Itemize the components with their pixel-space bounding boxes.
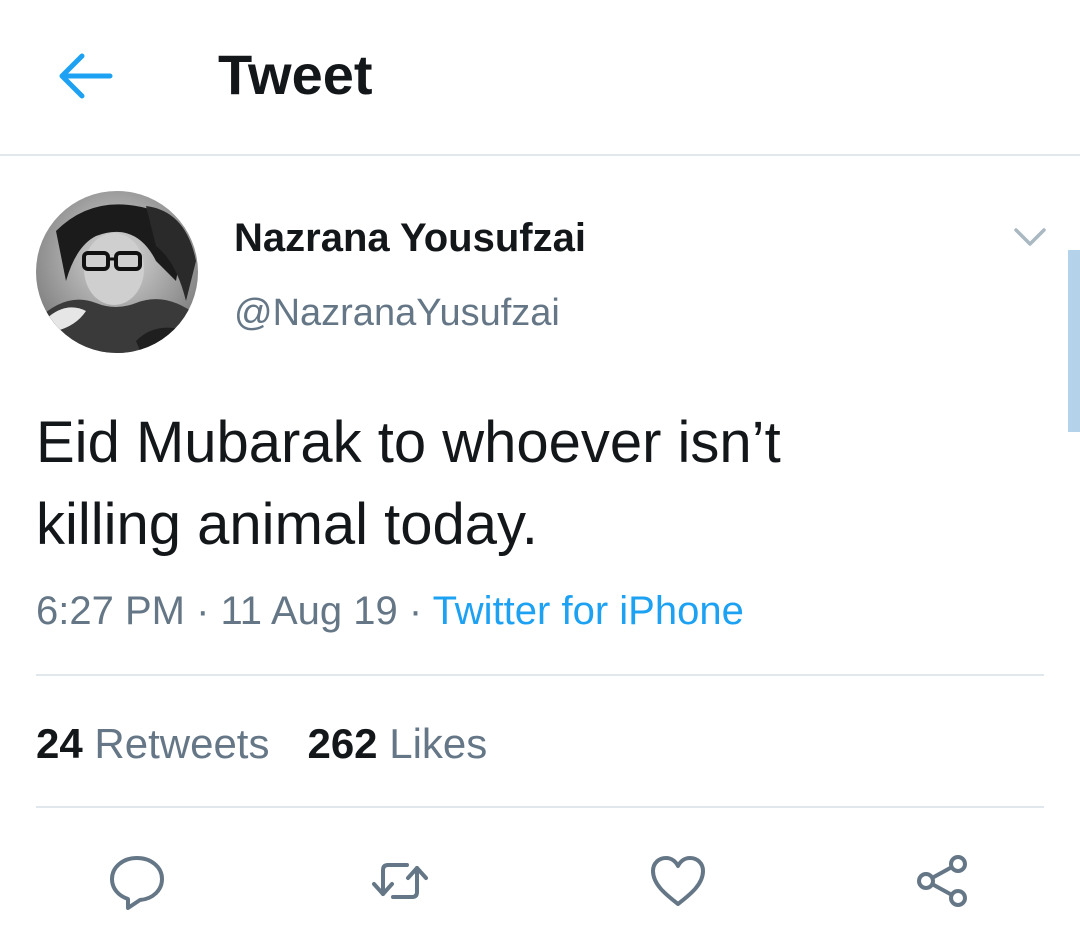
avatar-photo <box>36 191 198 353</box>
meta-separator: · <box>184 589 221 633</box>
divider <box>36 806 1044 808</box>
author-display-name[interactable]: Nazrana Yousufzai <box>234 214 586 262</box>
likes-count: 262 <box>307 720 378 767</box>
avatar[interactable] <box>36 191 198 353</box>
divider <box>36 674 1044 676</box>
share-nodes-icon <box>917 855 967 907</box>
speech-bubble-icon <box>110 856 164 910</box>
tweet-menu-button[interactable] <box>1008 218 1052 254</box>
chevron-down-icon <box>1014 228 1046 246</box>
retweet-arrows-icon <box>372 863 428 899</box>
heart-icon <box>651 856 705 906</box>
tweet-text: Eid Mubarak to whoever isn’t killing ani… <box>36 410 781 557</box>
retweets-count: 24 <box>36 720 83 767</box>
retweets-label: Retweets <box>94 720 270 767</box>
page-title: Tweet <box>218 43 373 106</box>
tweet-date: 11 Aug 19 <box>220 589 398 633</box>
back-button[interactable] <box>52 48 116 104</box>
arrow-left-icon <box>59 53 113 99</box>
reply-button[interactable] <box>106 850 168 912</box>
meta-separator: · <box>397 589 433 633</box>
like-button[interactable] <box>647 850 709 912</box>
header-divider <box>0 154 1080 156</box>
tweet-source-link[interactable]: Twitter for iPhone <box>433 589 744 633</box>
retweet-button[interactable] <box>369 850 431 912</box>
scrollbar[interactable] <box>1068 250 1080 432</box>
author-handle[interactable]: @NazranaYusufzai <box>234 290 560 336</box>
tweet-time: 6:27 PM <box>36 589 185 633</box>
likes-stat[interactable]: 262 Likes <box>307 718 487 770</box>
retweets-stat[interactable]: 24 Retweets <box>36 718 269 770</box>
likes-label: Likes <box>389 720 488 767</box>
share-button[interactable] <box>912 850 974 912</box>
tweet-metadata: 6:27 PM · 11 Aug 19 · Twitter for iPhone <box>36 586 744 636</box>
tweet-stats: 24 Retweets 262 Likes <box>36 718 487 770</box>
